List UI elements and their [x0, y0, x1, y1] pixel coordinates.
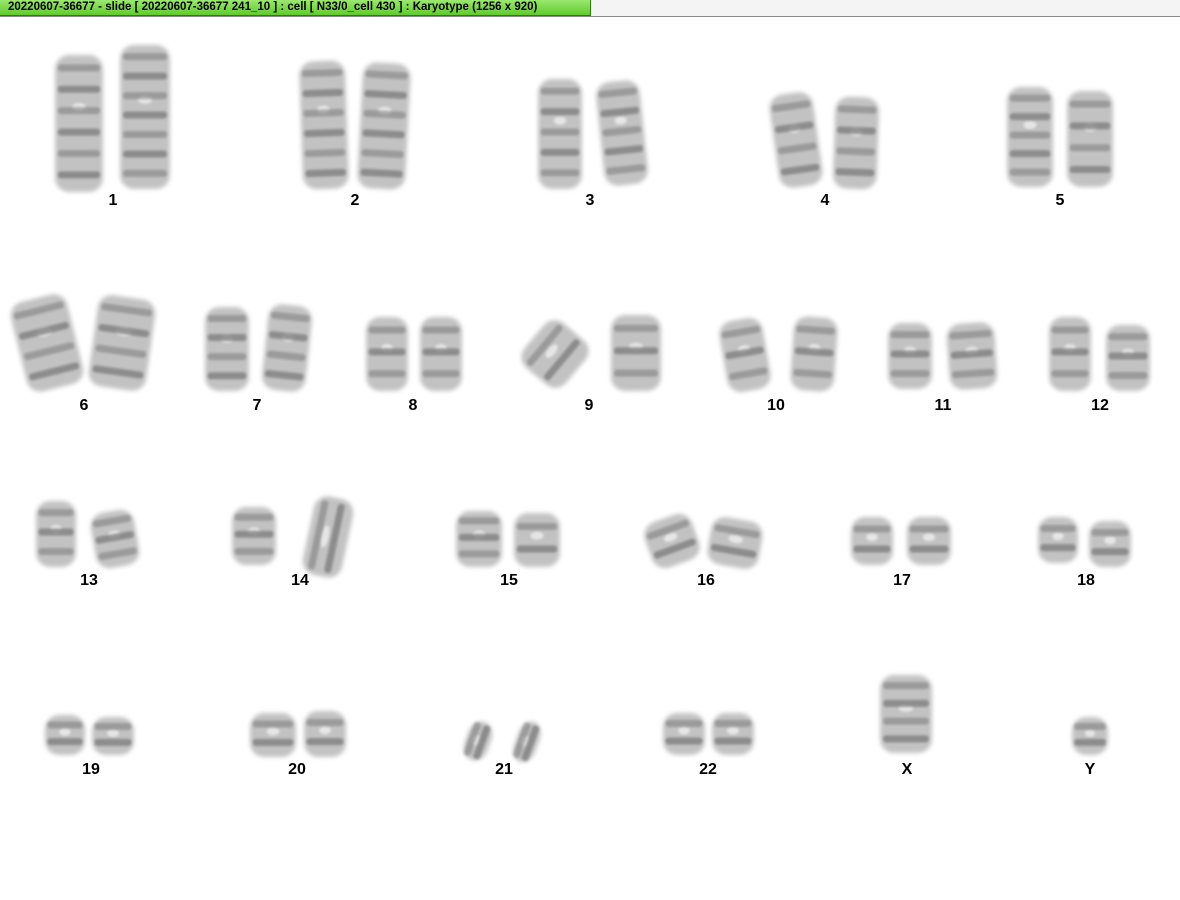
chromosome-22-2	[712, 713, 754, 755]
chromosome-7-2	[262, 304, 312, 392]
chromosome-11-2	[946, 322, 998, 390]
chromosome-3-1	[538, 79, 582, 189]
chromosome-18-1	[1038, 517, 1078, 563]
title-text: 20220607-36677 - slide [ 20220607-36677 …	[8, 1, 538, 13]
chromosome-12-2	[1106, 325, 1150, 391]
chromosome-13-1	[36, 501, 76, 567]
chromosome-label-20: 20	[288, 761, 306, 778]
chromosome-12-1	[1049, 317, 1091, 391]
chromosome-8-1	[366, 317, 408, 391]
chromosome-label-3: 3	[586, 192, 595, 209]
chromosome-6-2	[88, 295, 156, 391]
chromosome-16-2	[707, 517, 763, 569]
chromosome-8-2	[420, 317, 462, 391]
chromosome-15-2	[514, 513, 560, 567]
chromosome-16-1	[644, 513, 700, 569]
chromosome-15-1	[456, 511, 502, 567]
chromosome-label-22: 22	[699, 761, 717, 778]
chromosome-22-1	[663, 713, 705, 755]
chromosome-10-1	[719, 317, 771, 393]
chromosome-3-2	[596, 80, 648, 186]
chromosome-14-2	[302, 496, 354, 578]
chromosome-18-2	[1089, 521, 1131, 567]
chromosome-label-11: 11	[935, 397, 952, 414]
chromosome-13-2	[90, 509, 140, 569]
chromosome-label-8: 8	[409, 397, 418, 414]
chromosome-label-9: 9	[585, 397, 594, 414]
chromosome-17-1	[851, 517, 893, 565]
chromosome-19-2	[92, 717, 134, 755]
chromosome-1-1	[55, 55, 103, 192]
chromosome-label-X: X	[902, 761, 913, 778]
chromosome-21-1	[463, 721, 493, 761]
chromosome-5-1	[1007, 87, 1053, 187]
chromosome-label-1: 1	[109, 192, 118, 209]
chromosome-6-1	[10, 294, 84, 392]
chromosome-20-2	[304, 711, 346, 757]
chromosome-label-Y: Y	[1085, 761, 1096, 778]
chromosome-label-7: 7	[253, 397, 262, 414]
chromosome-label-13: 13	[80, 572, 98, 589]
chromosome-label-4: 4	[821, 192, 830, 209]
chromosome-20-1	[250, 713, 296, 757]
chromosome-21-2	[513, 721, 541, 763]
chromosome-14-1	[232, 507, 276, 565]
chromosome-17-2	[907, 517, 951, 565]
chromosome-X-1	[880, 675, 932, 753]
chromosome-5-2	[1067, 91, 1113, 187]
karyogram: 1 2 3 4 56 7 8 9 10 11 1213 14 15 16 17 1819 20 21 22 X Y	[10, 45, 1150, 778]
chromosome-label-14: 14	[291, 572, 309, 589]
chromosome-4-2	[832, 96, 880, 190]
chromosome-10-2	[790, 316, 838, 392]
chromosome-label-10: 10	[767, 397, 785, 414]
chromosome-9-2	[611, 315, 661, 391]
chromosome-label-2: 2	[351, 192, 360, 209]
chromosome-label-21: 21	[495, 761, 513, 778]
chromosome-label-12: 12	[1091, 397, 1109, 414]
title-bar-frame: 20220607-36677 - slide [ 20220607-36677 …	[0, 0, 1180, 17]
title-bar: 20220607-36677 - slide [ 20220607-36677 …	[0, 0, 591, 16]
chromosome-2-1	[299, 60, 349, 190]
chromosome-7-1	[205, 307, 249, 391]
chromosome-label-6: 6	[80, 397, 89, 414]
chromosome-2-2	[357, 62, 411, 190]
chromosome-label-15: 15	[500, 572, 518, 589]
chromosome-9-1	[521, 320, 589, 388]
chromosome-Y-1	[1072, 717, 1108, 755]
chromosome-label-5: 5	[1056, 192, 1065, 209]
chromosome-1-2	[120, 45, 170, 189]
chromosome-label-17: 17	[893, 572, 911, 589]
chromosome-label-18: 18	[1077, 572, 1095, 589]
chromosome-11-1	[888, 323, 932, 389]
chromosome-label-19: 19	[82, 761, 100, 778]
chromosome-19-1	[45, 715, 85, 755]
chromosome-4-1	[769, 92, 823, 188]
chromosome-label-16: 16	[697, 572, 715, 589]
